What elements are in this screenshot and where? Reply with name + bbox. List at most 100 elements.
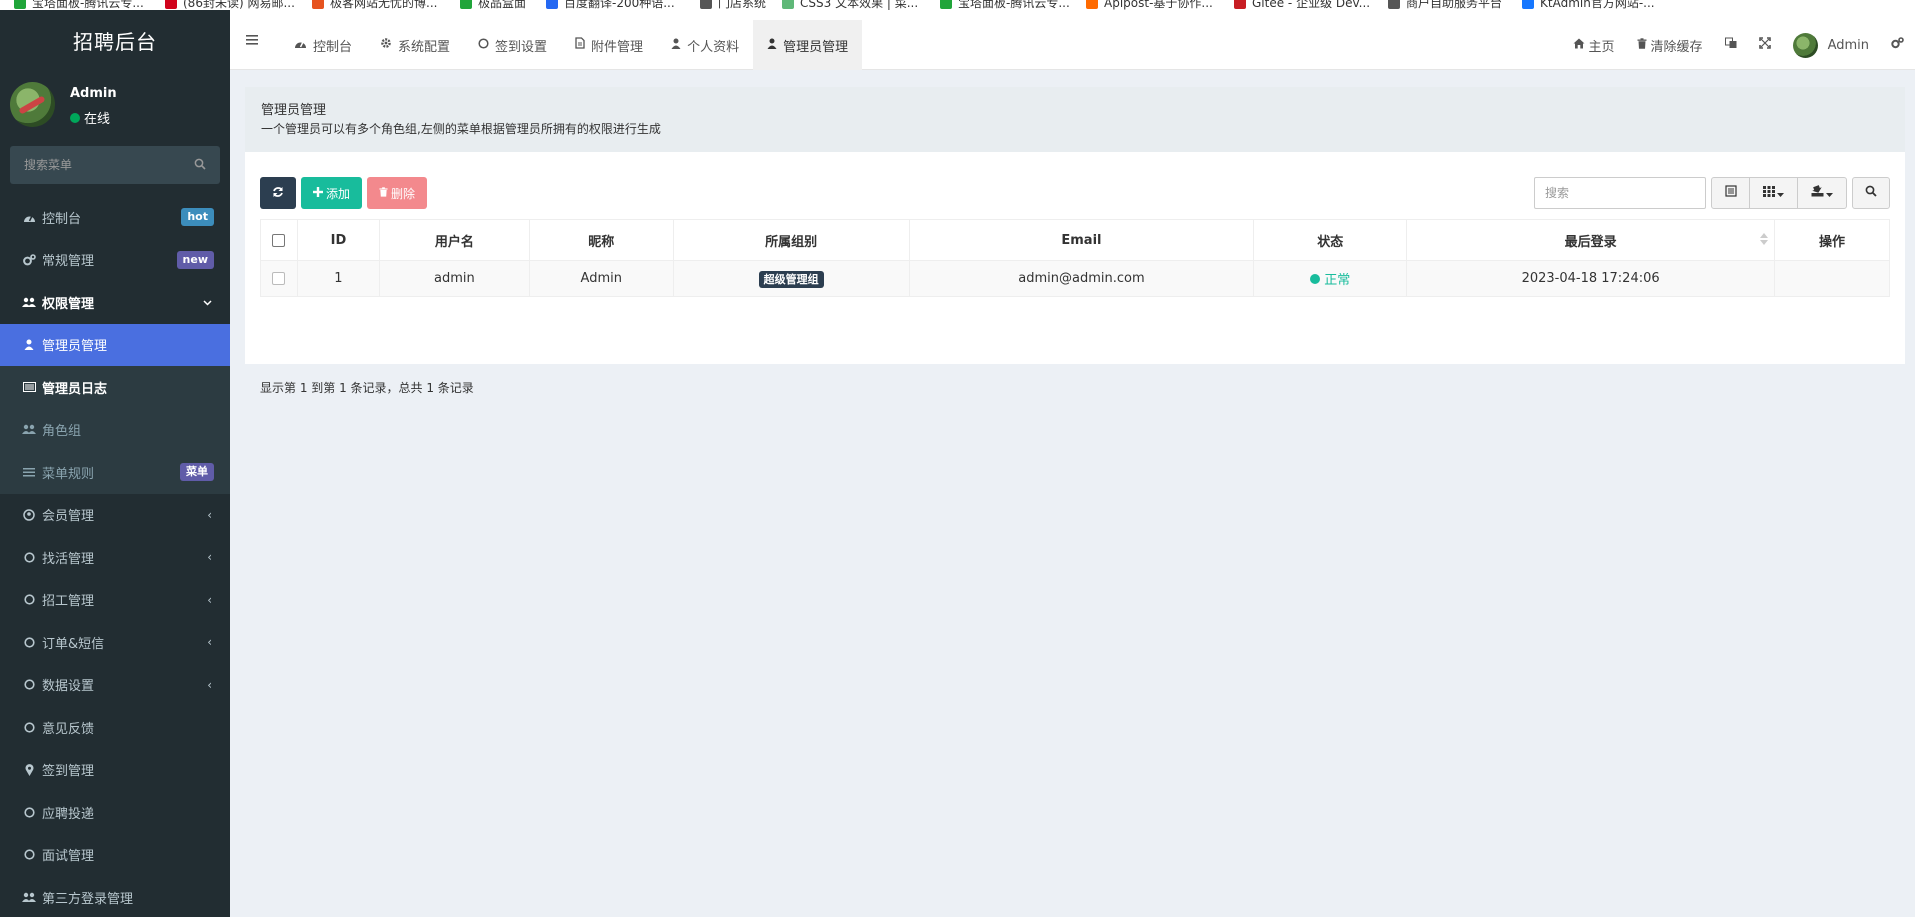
row-select-cell	[260, 260, 298, 297]
plus-icon	[313, 186, 323, 200]
bookmark[interactable]: 极品盒面	[460, 0, 526, 10]
users-icon	[22, 890, 36, 904]
add-button[interactable]: 添加	[301, 177, 363, 209]
table-search-input[interactable]	[1534, 177, 1706, 209]
column-header-group[interactable]: 所属组别	[672, 219, 910, 261]
bookmark[interactable]: KtAdmin官方网站-...	[1522, 0, 1655, 10]
sidebar-item-checkin[interactable]: 签到管理	[0, 749, 230, 792]
sidebar-item-admin-management[interactable]: 管理员管理	[0, 323, 230, 366]
sidebar-item-menu-rules[interactable]: 菜单规则 菜单	[0, 451, 230, 494]
sidebar-item-feedback[interactable]: 意见反馈	[0, 706, 230, 749]
user-menu[interactable]: Admin	[1782, 20, 1880, 70]
sidebar-item-admin-log[interactable]: 管理员日志	[0, 366, 230, 409]
column-header-id[interactable]: ID	[296, 219, 380, 261]
column-header-last-login[interactable]: 最后登录	[1406, 219, 1775, 261]
refresh-button[interactable]	[260, 177, 296, 209]
column-header-username[interactable]: 用户名	[378, 219, 530, 261]
tab-dashboard[interactable]: 控制台	[280, 20, 366, 70]
sidebar-item-role-group[interactable]: 角色组	[0, 408, 230, 451]
download-icon	[1811, 185, 1824, 201]
row-checkbox[interactable]	[272, 272, 286, 285]
column-header-nickname[interactable]: 昵称	[528, 219, 674, 261]
table-right-tools	[1534, 177, 1890, 209]
sidebar-item-general[interactable]: 常规管理 new	[0, 239, 230, 282]
columns-dropdown-button[interactable]	[1750, 178, 1798, 208]
column-header-status[interactable]: 状态	[1253, 219, 1408, 261]
sidebar-item-permissions[interactable]: 权限管理	[0, 281, 230, 324]
sidebar-item-data-settings[interactable]: 数据设置 ‹	[0, 664, 230, 707]
search-icon[interactable]	[194, 158, 206, 174]
bookmark[interactable]: CSS3 文本效果 | 菜...	[782, 0, 918, 10]
group-badge: 超级管理组	[758, 270, 824, 288]
cogs-icon	[22, 253, 36, 267]
user-icon	[671, 38, 681, 53]
user-icon	[767, 38, 777, 53]
bookmark-icon	[14, 0, 26, 9]
cog-icon	[380, 37, 392, 53]
bookmark-icon	[1388, 0, 1400, 9]
export-dropdown-button[interactable]	[1798, 178, 1846, 208]
bookmark[interactable]: 极客网站无忧的博...	[312, 0, 437, 10]
tab-system-config[interactable]: 系统配置	[366, 20, 464, 70]
panel-body: 添加 删除 搜索 ID 用户名 昵称 所属组别 Email 状态 最后登录 操作…	[245, 152, 1905, 395]
clear-cache-button[interactable]: 清除缓存	[1626, 20, 1714, 70]
advanced-search-button[interactable]	[1852, 177, 1890, 209]
circle-icon	[22, 720, 36, 734]
bookmark-icon	[546, 0, 558, 9]
bookmark[interactable]: Apipost-基于协作...	[1086, 0, 1213, 10]
tab-profile[interactable]: 个人资料	[657, 20, 753, 70]
bookmark[interactable]: 门店系统	[700, 0, 766, 10]
bookmarks-bar: 宝塔面板-腾讯云专... (86封未读) 网易邮... 极客网站无忧的博... …	[0, 0, 1915, 10]
bookmark-icon	[782, 0, 794, 9]
brand-logo[interactable]: 招聘后台	[0, 10, 230, 70]
sidebar-item-dashboard[interactable]: 控制台 hot	[0, 196, 230, 239]
circle-icon	[22, 678, 36, 692]
sidebar-item-interviews[interactable]: 面试管理	[0, 834, 230, 877]
user-name: Admin	[70, 86, 117, 101]
delete-button[interactable]: 删除	[367, 177, 428, 209]
select-all-checkbox[interactable]	[272, 233, 286, 247]
bookmark[interactable]: 商户自助服务平台	[1388, 0, 1502, 10]
bookmark[interactable]: 百度翻译-200种语...	[546, 0, 675, 10]
nav-tabs: 控制台 系统配置 签到设置 附件管理 个人资料 管理员管理	[280, 20, 863, 70]
tab-admin-management[interactable]: 管理员管理	[753, 20, 863, 70]
caret-down-icon	[1777, 186, 1784, 201]
sidebar-item-applications[interactable]: 应聘投递	[0, 791, 230, 834]
bookmark[interactable]: Gitee - 企业级 Dev...	[1234, 0, 1370, 10]
list-alt-icon	[22, 380, 36, 394]
dashboard-icon	[22, 210, 36, 224]
menu-search-input[interactable]	[10, 146, 220, 184]
sidebar-item-find-work[interactable]: 找活管理 ‹	[0, 536, 230, 579]
chevron-left-icon: ‹	[207, 677, 212, 692]
bookmark[interactable]: 宝塔面板-腾讯云专...	[14, 0, 144, 10]
home-link[interactable]: 主页	[1562, 20, 1626, 70]
sidebar-menu: 控制台 hot 常规管理 new 权限管理 管理员管理 管理员日志 角色组 菜单…	[0, 196, 230, 917]
panel-heading: 管理员管理 一个管理员可以有多个角色组,左侧的菜单根据管理员所拥有的权限进行生成	[245, 87, 1905, 152]
home-icon	[1573, 38, 1585, 53]
table-header-row: ID 用户名 昵称 所属组别 Email 状态 最后登录 操作	[260, 219, 1890, 261]
map-marker-icon	[22, 763, 36, 777]
sidebar-toggle-icon[interactable]	[246, 34, 258, 49]
bars-icon	[22, 465, 36, 479]
column-header-email[interactable]: Email	[908, 219, 1255, 261]
sidebar-item-recruit[interactable]: 招工管理 ‹	[0, 579, 230, 622]
status-badge: 正常	[1310, 269, 1350, 288]
fullscreen-button[interactable]	[1748, 20, 1782, 70]
bookmark[interactable]: 宝塔面板-腾讯云专...	[940, 0, 1070, 10]
control-sidebar-toggle[interactable]	[1880, 20, 1915, 70]
sidebar-item-third-party-login[interactable]: 第三方登录管理	[0, 876, 230, 917]
new-badge: new	[176, 250, 214, 269]
sidebar-item-orders-sms[interactable]: 订单&短信 ‹	[0, 621, 230, 664]
column-header-actions: 操作	[1774, 219, 1890, 261]
table-row[interactable]: 1 admin Admin 超级管理组 admin@admin.com 正常 2…	[260, 260, 1890, 297]
nav-right-tools: 主页 清除缓存 Admin	[1562, 20, 1915, 70]
toggle-view-button[interactable]	[1712, 178, 1750, 208]
language-toggle[interactable]	[1714, 20, 1748, 70]
avatar	[10, 82, 55, 127]
bookmark[interactable]: (86封未读) 网易邮...	[165, 0, 295, 10]
tab-checkin-settings[interactable]: 签到设置	[464, 20, 561, 70]
admin-table: ID 用户名 昵称 所属组别 Email 状态 最后登录 操作 1 admin …	[260, 219, 1890, 297]
sidebar-item-member[interactable]: 会员管理 ‹	[0, 494, 230, 537]
list-alt-icon	[1724, 185, 1737, 201]
tab-attachments[interactable]: 附件管理	[561, 20, 657, 70]
